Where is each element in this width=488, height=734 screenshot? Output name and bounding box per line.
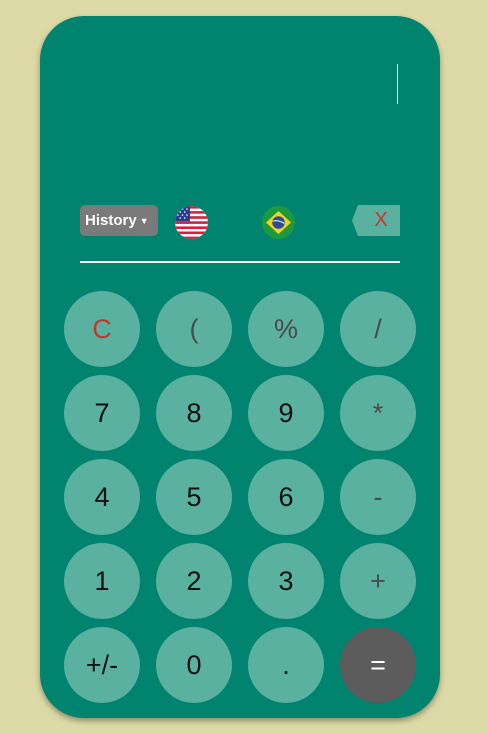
divider <box>80 261 400 263</box>
us-flag-icon[interactable] <box>175 206 208 239</box>
history-dropdown[interactable]: History ▼ <box>80 205 158 236</box>
digit-9-button[interactable]: 9 <box>248 375 324 451</box>
paren-button[interactable]: ( <box>156 291 232 367</box>
digit-6-button[interactable]: 6 <box>248 459 324 535</box>
plus-button[interactable]: + <box>340 543 416 619</box>
digit-3-button[interactable]: 3 <box>248 543 324 619</box>
display-output <box>80 56 400 126</box>
digit-2-button[interactable]: 2 <box>156 543 232 619</box>
chevron-down-icon: ▼ <box>139 216 149 226</box>
backspace-label: X <box>374 209 388 231</box>
divide-button[interactable]: / <box>340 291 416 367</box>
toolbar: History ▼ X <box>80 205 400 241</box>
brazil-flag-icon[interactable] <box>262 206 295 239</box>
backspace-button[interactable]: X <box>352 205 400 236</box>
equals-button[interactable]: = <box>340 627 416 703</box>
clear-button[interactable]: C <box>64 291 140 367</box>
calculator: History ▼ X C (% / 7 8 9 * 4 5 6 - 1 2 … <box>40 16 440 718</box>
sign-toggle-button[interactable]: +/- <box>64 627 140 703</box>
digit-0-button[interactable]: 0 <box>156 627 232 703</box>
digit-8-button[interactable]: 8 <box>156 375 232 451</box>
minus-button[interactable]: - <box>340 459 416 535</box>
text-caret <box>396 64 398 104</box>
digit-7-button[interactable]: 7 <box>64 375 140 451</box>
digit-5-button[interactable]: 5 <box>156 459 232 535</box>
multiply-button[interactable]: * <box>340 375 416 451</box>
percent-button[interactable]: % <box>248 291 324 367</box>
digit-1-button[interactable]: 1 <box>64 543 140 619</box>
decimal-button[interactable]: . <box>248 627 324 703</box>
digit-4-button[interactable]: 4 <box>64 459 140 535</box>
history-label: History <box>85 212 137 229</box>
